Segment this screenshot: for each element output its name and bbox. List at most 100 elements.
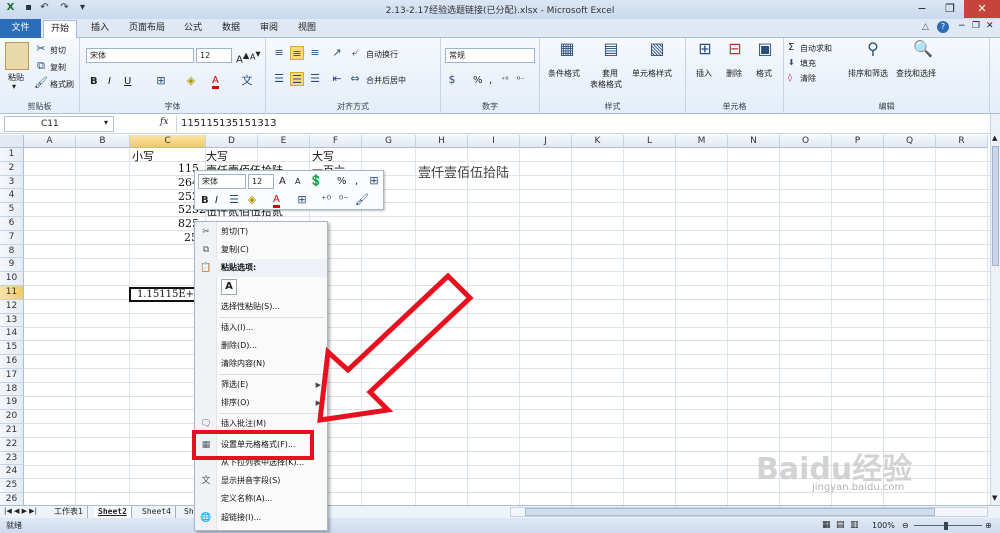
- row-header-9[interactable]: 9: [0, 258, 24, 273]
- row-header-19[interactable]: 19: [0, 396, 24, 411]
- align-top-icon[interactable]: ≡: [272, 46, 286, 60]
- row-header-22[interactable]: 22: [0, 437, 24, 452]
- ribbon-restore-icon[interactable]: ❐: [972, 21, 980, 31]
- merge-center-button[interactable]: 合并后居中: [366, 75, 406, 86]
- fill-color-icon[interactable]: ◈: [184, 74, 198, 88]
- fill-button[interactable]: 填充: [800, 58, 816, 69]
- wrap-text-icon[interactable]: ⤶: [348, 46, 362, 60]
- column-header-i[interactable]: I: [468, 135, 520, 148]
- conditional-format-icon[interactable]: ▦: [556, 41, 578, 64]
- format-cells-button[interactable]: 格式: [756, 68, 772, 79]
- tab-data[interactable]: 数据: [215, 20, 247, 38]
- row-header-2[interactable]: 2: [0, 161, 24, 176]
- column-header-o[interactable]: O: [780, 135, 832, 148]
- mini-shrink-font-button[interactable]: A: [295, 177, 300, 186]
- cut-icon[interactable]: ✂: [34, 42, 48, 56]
- mini-bold-button[interactable]: B: [201, 195, 209, 206]
- number-format-combo[interactable]: 常规: [445, 48, 535, 63]
- name-box-dropdown-icon[interactable]: ▾: [104, 118, 108, 127]
- mini-decrease-decimal-icon[interactable]: ⁰⁻: [337, 193, 351, 207]
- italic-button[interactable]: I: [108, 76, 111, 87]
- mini-grow-font-button[interactable]: A: [279, 176, 286, 187]
- column-header-j[interactable]: J: [520, 135, 572, 148]
- align-center-icon[interactable]: ☰: [290, 72, 304, 86]
- autosum-icon[interactable]: Σ: [788, 42, 794, 53]
- tab-file[interactable]: 文件: [0, 19, 41, 38]
- paste-icon[interactable]: [5, 42, 29, 70]
- cell-styles-icon[interactable]: ▧: [646, 41, 668, 64]
- row-header-8[interactable]: 8: [0, 244, 24, 259]
- column-header-p[interactable]: P: [832, 135, 884, 148]
- menu-item-cut[interactable]: ✂ 剪切(T): [195, 223, 327, 241]
- normal-view-icon[interactable]: ▦: [822, 518, 831, 533]
- find-select-button[interactable]: 查找和选择: [896, 68, 936, 79]
- menu-item-phonetic[interactable]: 文 显示拼音字段(S): [195, 472, 327, 490]
- menu-item-define-name[interactable]: 定义名称(A)...: [195, 490, 327, 508]
- row-header-14[interactable]: 14: [0, 327, 24, 342]
- page-break-view-icon[interactable]: ▥: [850, 518, 859, 533]
- row-header-21[interactable]: 21: [0, 424, 24, 438]
- zoom-out-icon[interactable]: ⊖: [902, 518, 909, 533]
- mini-increase-decimal-icon[interactable]: ⁺⁰: [319, 193, 333, 207]
- align-middle-icon[interactable]: ≡: [290, 46, 304, 60]
- column-header-r[interactable]: R: [936, 135, 988, 148]
- row-header-12[interactable]: 12: [0, 299, 24, 314]
- scroll-up-icon[interactable]: ▲: [992, 134, 997, 142]
- font-size-combo[interactable]: 12: [196, 48, 232, 63]
- border-icon[interactable]: ⊞: [154, 74, 168, 88]
- workbook-close-icon[interactable]: ✕: [986, 21, 994, 31]
- scroll-thumb[interactable]: [992, 146, 999, 266]
- wrap-text-button[interactable]: 自动换行: [366, 49, 398, 60]
- collapse-ribbon-icon[interactable]: △: [922, 22, 929, 32]
- restore-button[interactable]: ❐: [936, 0, 964, 18]
- mini-format-icon[interactable]: ⊞: [367, 174, 381, 188]
- scroll-down-icon[interactable]: ▼: [992, 494, 997, 502]
- orientation-icon[interactable]: ↗: [330, 46, 344, 60]
- sheet-tab-1[interactable]: 工作表1: [50, 506, 88, 518]
- column-header-f[interactable]: F: [310, 135, 362, 148]
- vertical-scrollbar[interactable]: ▲ ▼: [990, 114, 1000, 505]
- clear-button[interactable]: 清除: [800, 73, 816, 84]
- tab-page-layout[interactable]: 页面布局: [122, 20, 172, 38]
- tab-view[interactable]: 视图: [291, 20, 323, 38]
- row-header-18[interactable]: 18: [0, 382, 24, 397]
- row-header-3[interactable]: 3: [0, 175, 24, 190]
- row-header-26[interactable]: 26: [0, 493, 24, 505]
- tab-home[interactable]: 开始: [43, 20, 78, 39]
- row-header-25[interactable]: 25: [0, 479, 24, 493]
- column-header-a[interactable]: A: [24, 135, 76, 148]
- row-header-15[interactable]: 15: [0, 341, 24, 355]
- zoom-level[interactable]: 100%: [872, 518, 895, 533]
- mini-percent-button[interactable]: %: [337, 176, 347, 187]
- row-header-13[interactable]: 13: [0, 313, 24, 328]
- column-header-l[interactable]: L: [624, 135, 676, 148]
- column-header-k[interactable]: K: [572, 135, 624, 148]
- mini-fill-color-icon[interactable]: ◈: [245, 193, 259, 207]
- row-header-20[interactable]: 20: [0, 410, 24, 424]
- close-button[interactable]: ✕: [964, 0, 1000, 18]
- column-header-b[interactable]: B: [76, 135, 130, 148]
- mini-comma-button[interactable]: ,: [355, 176, 358, 187]
- row-header-5[interactable]: 5: [0, 203, 24, 217]
- copy-icon[interactable]: ⧉: [34, 59, 48, 73]
- help-icon[interactable]: ?: [937, 21, 949, 33]
- name-box[interactable]: C11: [4, 116, 114, 132]
- merge-center-icon[interactable]: ⇔: [348, 72, 362, 86]
- indent-icon[interactable]: ⇤: [330, 72, 344, 86]
- cut-button[interactable]: 剪切: [50, 45, 66, 56]
- first-sheet-icon[interactable]: |◀ ◀ ▶ ▶|: [4, 507, 37, 515]
- horizontal-scrollbar[interactable]: [510, 507, 988, 517]
- column-header-q[interactable]: Q: [884, 135, 936, 148]
- row-header-1[interactable]: 1: [0, 148, 24, 162]
- bold-button[interactable]: B: [90, 76, 98, 87]
- font-name-combo[interactable]: 宋体: [86, 48, 194, 63]
- format-painter-button[interactable]: 格式刷: [50, 79, 74, 90]
- shrink-font-icon[interactable]: A▼: [250, 50, 261, 62]
- row-header-17[interactable]: 17: [0, 368, 24, 383]
- copy-button[interactable]: 复制: [50, 62, 66, 73]
- zoom-in-icon[interactable]: ⊕: [985, 518, 992, 533]
- clear-icon[interactable]: ◊: [788, 73, 792, 82]
- tab-insert[interactable]: 插入: [84, 20, 116, 38]
- row-header-7[interactable]: 7: [0, 230, 24, 245]
- delete-cells-button[interactable]: 删除: [726, 68, 742, 79]
